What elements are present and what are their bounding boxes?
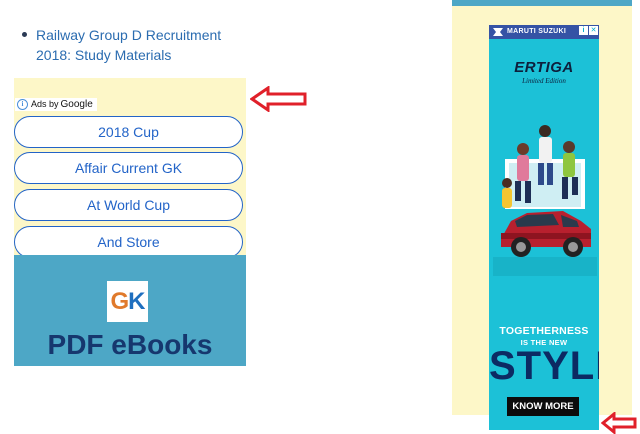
model-name: ERTIGA (514, 59, 574, 76)
ad-controls: i ✕ (579, 26, 598, 35)
article-link-line-2: 2018: Study Materials (36, 47, 172, 63)
edition-label: Limited Edition (522, 77, 566, 85)
ad-link-button-2018-cup[interactable]: 2018 Cup (14, 116, 243, 148)
brand-name: MARUTI SUZUKI (507, 28, 567, 35)
gk-logo-k: K (128, 287, 145, 315)
tagline-line-1: TOGETHERNESS (499, 325, 589, 337)
ad-link-button-at-world-cup[interactable]: At World Cup (14, 189, 243, 221)
know-more-button[interactable]: KNOW MORE (507, 397, 579, 416)
gk-ebook-banner[interactable]: GK PDF eBooks (14, 255, 246, 366)
article-link-line-1: Railway Group D Recruitment (36, 27, 222, 43)
suzuki-ertiga-banner[interactable]: MARUTI SUZUKI i ✕ ERTIGA Limited Edition… (489, 25, 599, 430)
article-list: Railway Group D Recruitment 2018: Study … (18, 25, 248, 65)
suzuki-logo-icon (493, 28, 503, 36)
ad-link-button-affair-current-gk[interactable]: Affair Current GK (14, 152, 243, 184)
tagline-line-3: STYLE (489, 344, 599, 388)
gk-logo: GK (107, 281, 148, 322)
ads-by-google-label[interactable]: i Ads by Google (15, 98, 97, 111)
adchoices-icon[interactable]: i (579, 26, 588, 35)
car-and-people-image (493, 125, 597, 276)
red-arrow-icon (250, 86, 308, 112)
info-icon[interactable]: i (17, 99, 28, 110)
ads-by-brand: Google (60, 99, 93, 110)
close-icon[interactable]: ✕ (589, 26, 598, 35)
gk-logo-g: G (110, 287, 129, 315)
ad-link-button-and-store[interactable]: And Store (14, 226, 243, 258)
ads-by-text: Ads by (31, 99, 59, 109)
article-link[interactable]: Railway Group D Recruitment 2018: Study … (36, 27, 221, 63)
red-arrow-icon (601, 412, 637, 434)
gk-banner-title: PDF eBooks (47, 329, 213, 360)
list-item: Railway Group D Recruitment 2018: Study … (18, 25, 248, 65)
google-ad-unit: i Ads by Google 2018 Cup Affair Current … (14, 78, 246, 366)
